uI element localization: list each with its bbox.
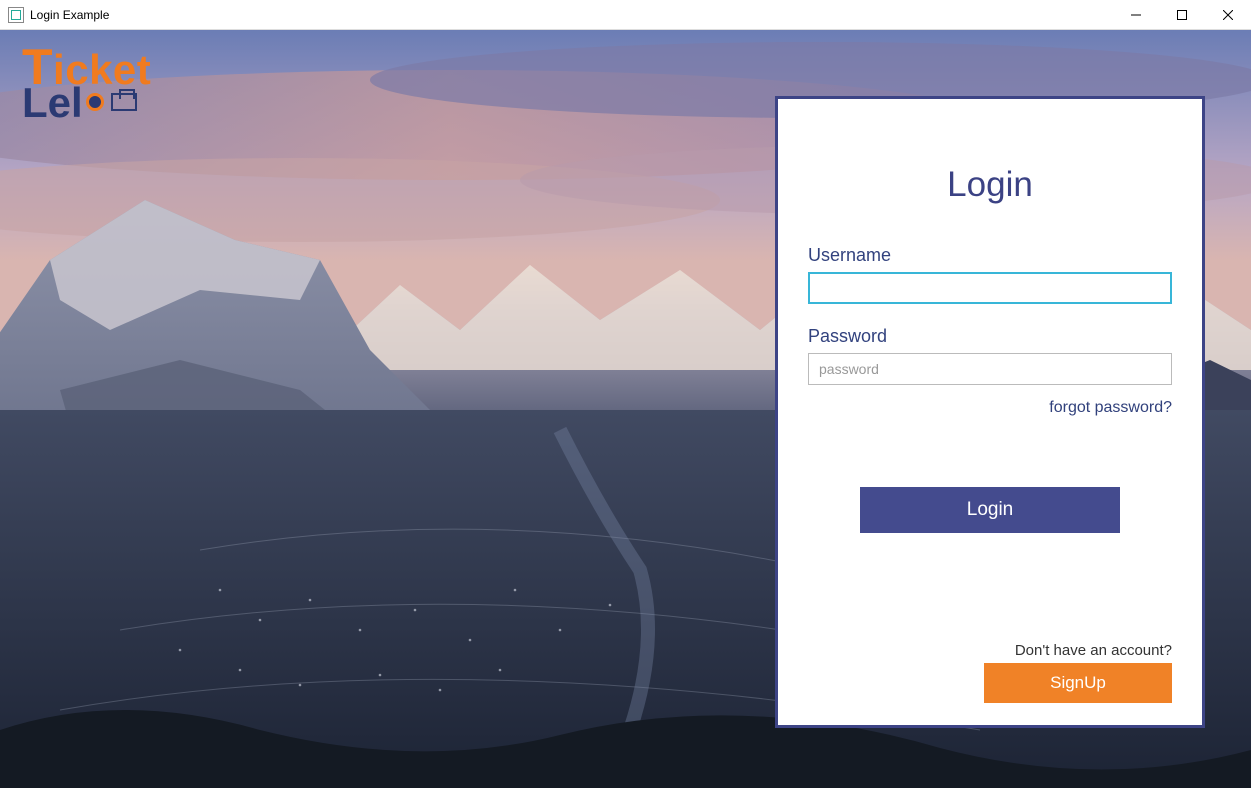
ticket-icon: [111, 93, 137, 111]
login-button[interactable]: Login: [860, 487, 1120, 533]
forgot-password-link[interactable]: forgot password?: [1049, 399, 1172, 416]
signup-prompt: Don't have an account?: [808, 642, 1172, 659]
password-label: Password: [808, 326, 1172, 347]
window-controls: [1113, 0, 1251, 30]
minimize-button[interactable]: [1113, 0, 1159, 30]
login-title: Login: [808, 165, 1172, 205]
title-bar: Login Example: [0, 0, 1251, 30]
username-label: Username: [808, 245, 1172, 266]
signup-area: Don't have an account? SignUp: [808, 642, 1172, 703]
username-input[interactable]: [808, 272, 1172, 304]
login-card: Login Username Password forgot password?…: [775, 96, 1205, 728]
minimize-icon: [1131, 10, 1141, 20]
password-input[interactable]: [808, 353, 1172, 385]
content-area: Ticket Lel Login Username Password forgo…: [0, 30, 1251, 788]
title-bar-left: Login Example: [8, 7, 109, 23]
maximize-button[interactable]: [1159, 0, 1205, 30]
signup-button[interactable]: SignUp: [984, 663, 1172, 703]
app-icon: [8, 7, 24, 23]
close-icon: [1223, 10, 1233, 20]
maximize-icon: [1177, 10, 1187, 20]
close-button[interactable]: [1205, 0, 1251, 30]
window-title: Login Example: [30, 8, 109, 22]
brand-logo: Ticket Lel: [22, 46, 151, 120]
